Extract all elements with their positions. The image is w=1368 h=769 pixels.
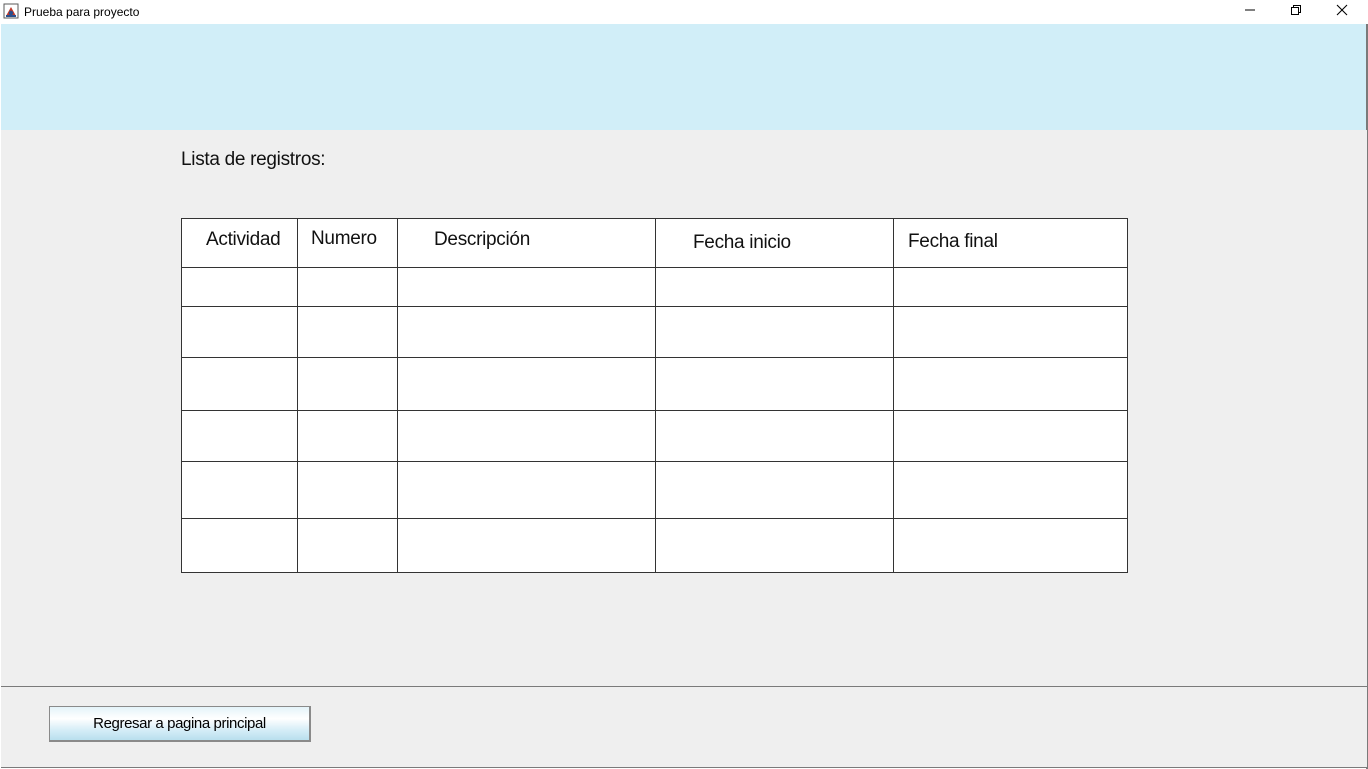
table-cell[interactable] xyxy=(182,462,298,519)
table-cell[interactable] xyxy=(182,268,298,307)
column-header-fecha-final[interactable]: Fecha final xyxy=(894,219,1127,268)
table-cell[interactable] xyxy=(398,358,656,411)
column-header-label: Descripción xyxy=(434,229,530,250)
window-title: Prueba para proyecto xyxy=(24,5,140,19)
restore-button[interactable] xyxy=(1273,0,1319,24)
table-cell[interactable] xyxy=(182,307,298,358)
records-table: Actividad Numero Descripción Fecha inici… xyxy=(181,218,1128,573)
close-icon xyxy=(1336,3,1348,21)
table-cell[interactable] xyxy=(894,411,1127,462)
table-cell[interactable] xyxy=(298,358,398,411)
table-cell[interactable] xyxy=(656,307,894,358)
table-cell[interactable] xyxy=(398,268,656,307)
minimize-button[interactable] xyxy=(1227,0,1273,24)
table-cell[interactable] xyxy=(182,519,298,572)
table-row[interactable] xyxy=(182,268,1127,307)
column-header-label: Fecha inicio xyxy=(693,232,791,253)
table-cell[interactable] xyxy=(298,411,398,462)
main-panel: Lista de registros: Actividad Numero Des… xyxy=(1,130,1367,686)
table-cell[interactable] xyxy=(894,519,1127,572)
table-cell[interactable] xyxy=(398,307,656,358)
table-row[interactable] xyxy=(182,462,1127,519)
restore-icon xyxy=(1290,3,1302,21)
table-cell[interactable] xyxy=(398,519,656,572)
table-row[interactable] xyxy=(182,411,1127,462)
java-app-icon xyxy=(3,3,19,19)
table-cell[interactable] xyxy=(298,307,398,358)
column-header-descripcion[interactable]: Descripción xyxy=(398,219,656,268)
table-cell[interactable] xyxy=(298,519,398,572)
header-banner xyxy=(1,24,1367,130)
table-row[interactable] xyxy=(182,519,1127,572)
column-header-label: Numero xyxy=(311,228,377,249)
table-cell[interactable] xyxy=(656,358,894,411)
table-cell[interactable] xyxy=(398,462,656,519)
table-cell[interactable] xyxy=(656,462,894,519)
table-cell[interactable] xyxy=(398,411,656,462)
close-button[interactable] xyxy=(1319,0,1365,24)
column-header-label: Actividad xyxy=(206,229,281,250)
table-cell[interactable] xyxy=(894,268,1127,307)
app-window: Prueba para proyecto Lista de registros:… xyxy=(0,0,1368,769)
list-title: Lista de registros: xyxy=(181,149,326,170)
table-cell[interactable] xyxy=(894,462,1127,519)
table-cell[interactable] xyxy=(656,411,894,462)
table-cell[interactable] xyxy=(656,519,894,572)
title-bar[interactable]: Prueba para proyecto xyxy=(0,0,1368,24)
minimize-icon xyxy=(1244,3,1256,21)
column-header-label: Fecha final xyxy=(908,231,998,252)
column-header-actividad[interactable]: Actividad xyxy=(182,219,298,268)
column-header-fecha-inicio[interactable]: Fecha inicio xyxy=(656,219,894,268)
table-cell[interactable] xyxy=(894,358,1127,411)
table-cell[interactable] xyxy=(182,411,298,462)
table-row[interactable] xyxy=(182,307,1127,358)
column-header-numero[interactable]: Numero xyxy=(298,219,398,268)
footer-panel: Regresar a pagina principal xyxy=(1,686,1367,768)
table-cell[interactable] xyxy=(894,307,1127,358)
table-cell[interactable] xyxy=(298,462,398,519)
table-row[interactable] xyxy=(182,358,1127,411)
table-cell[interactable] xyxy=(656,268,894,307)
table-cell[interactable] xyxy=(182,358,298,411)
back-to-home-button[interactable]: Regresar a pagina principal xyxy=(49,706,311,742)
table-cell[interactable] xyxy=(298,268,398,307)
